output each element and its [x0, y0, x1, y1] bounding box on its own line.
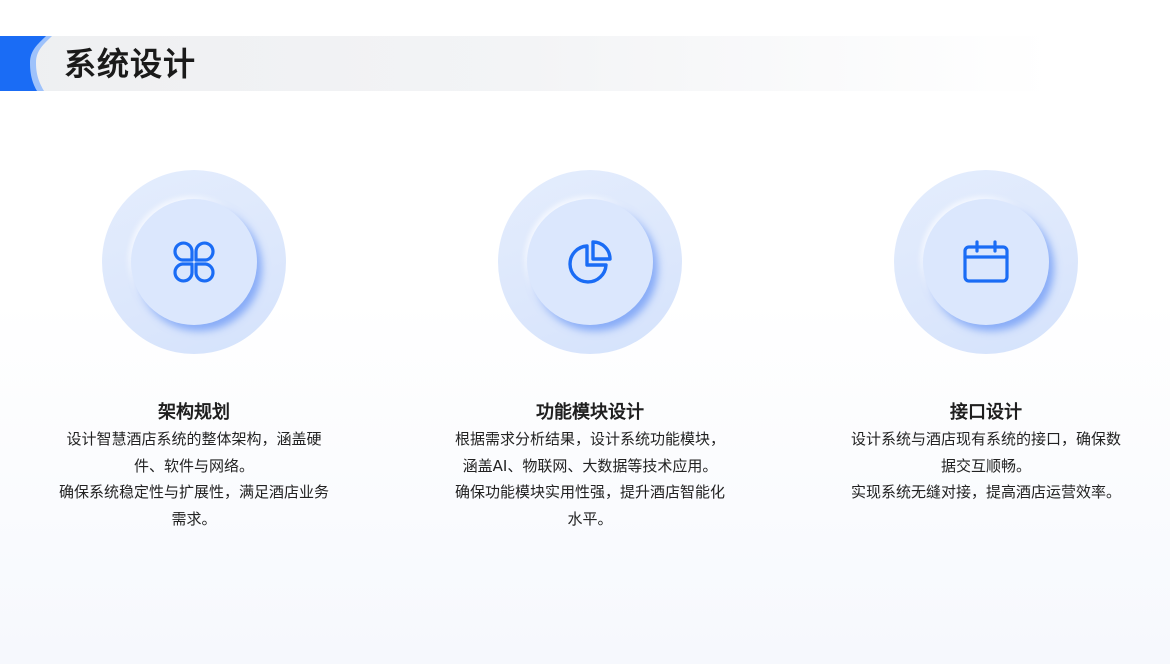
page-title: 系统设计 — [64, 45, 197, 83]
card-paragraph: 确保功能模块实用性强，提升酒店智能化水平。 — [455, 483, 726, 528]
card-interface-design: 接口设计 设计系统与酒店现有系统的接口，确保数据交互顺畅。 实现系统无缝对接，提… — [836, 170, 1136, 506]
card-paragraph: 确保系统稳定性与扩展性，满足酒店业务需求。 — [59, 483, 330, 528]
grid-four-petal-icon — [173, 241, 215, 283]
icon-circle-inner — [131, 199, 257, 325]
pie-chart-icon — [568, 240, 612, 284]
card-paragraph: 实现系统无缝对接，提高酒店运营效率。 — [851, 483, 1122, 501]
card-description: 根据需求分析结果，设计系统功能模块，涵盖AI、物联网、大数据等技术应用。 确保功… — [455, 426, 725, 532]
icon-circle — [102, 170, 286, 354]
title-accent-shape — [0, 36, 52, 91]
card-title: 功能模块设计 — [536, 402, 644, 423]
card-architecture: 架构规划 设计智慧酒店系统的整体架构，涵盖硬件、软件与网络。 确保系统稳定性与扩… — [44, 170, 344, 532]
calendar-icon — [963, 240, 1009, 283]
icon-circle — [498, 170, 682, 354]
card-paragraph: 根据需求分析结果，设计系统功能模块，涵盖AI、物联网、大数据等技术应用。 — [455, 430, 726, 475]
card-title: 接口设计 — [950, 402, 1022, 423]
card-paragraph: 设计智慧酒店系统的整体架构，涵盖硬件、软件与网络。 — [66, 430, 322, 475]
card-paragraph: 设计系统与酒店现有系统的接口，确保数据交互顺畅。 — [851, 430, 1122, 475]
icon-circle-inner — [527, 199, 653, 325]
icon-circle — [894, 170, 1078, 354]
card-function-modules: 功能模块设计 根据需求分析结果，设计系统功能模块，涵盖AI、物联网、大数据等技术… — [440, 170, 740, 532]
icon-circle-inner — [923, 199, 1049, 325]
card-description: 设计系统与酒店现有系统的接口，确保数据交互顺畅。 实现系统无缝对接，提高酒店运营… — [851, 426, 1121, 506]
card-title: 架构规划 — [158, 402, 230, 423]
card-description: 设计智慧酒店系统的整体架构，涵盖硬件、软件与网络。 确保系统稳定性与扩展性，满足… — [59, 426, 329, 532]
